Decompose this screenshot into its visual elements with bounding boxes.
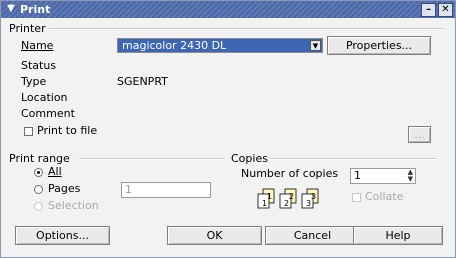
type-value: SGENPRT xyxy=(117,75,168,88)
window-menu-chevron-icon[interactable]: ▼ xyxy=(4,3,18,15)
svg-text:2: 2 xyxy=(289,192,294,201)
status-label: Status xyxy=(21,59,57,72)
location-label: Location xyxy=(21,91,68,104)
range-pages-label: Pages xyxy=(48,182,81,195)
collate-checkbox[interactable] xyxy=(352,193,361,202)
number-of-copies-label: Number of copies xyxy=(241,167,339,180)
spin-arrows-icon[interactable]: ▲ ▼ xyxy=(408,169,413,183)
printer-name-value: magicolor 2430 DL xyxy=(122,39,227,52)
range-all-label: All xyxy=(48,165,62,178)
copies-divider xyxy=(269,158,437,160)
range-selection-label: Selection xyxy=(48,199,99,212)
type-label: Type xyxy=(21,75,47,88)
svg-text:1: 1 xyxy=(267,192,272,201)
name-label-text: Name xyxy=(21,39,54,52)
close-button[interactable]: ✕ xyxy=(438,3,453,17)
window-title: Print xyxy=(20,3,51,16)
range-all-radio[interactable] xyxy=(34,168,43,177)
range-pages-radio[interactable] xyxy=(34,185,43,194)
title-bar: ▼ Print – ✕ xyxy=(1,1,455,18)
print-range-divider xyxy=(79,158,224,160)
browse-file-button[interactable]: ... xyxy=(408,126,431,143)
cancel-button[interactable]: Cancel xyxy=(265,226,360,245)
range-selection-radio[interactable] xyxy=(34,202,43,211)
dropdown-arrow-icon[interactable]: ▼ xyxy=(310,40,321,51)
ok-button[interactable]: OK xyxy=(167,226,262,245)
svg-text:3: 3 xyxy=(311,192,316,201)
copies-value: 1 xyxy=(354,169,361,182)
pages-input[interactable]: 1 xyxy=(121,182,211,198)
copies-spinner[interactable]: 1 ▲ ▼ xyxy=(350,168,416,184)
minimize-button[interactable]: – xyxy=(421,3,436,17)
copies-group-label: Copies xyxy=(231,152,268,165)
printer-name-select[interactable]: magicolor 2430 DL ▼ xyxy=(117,38,323,53)
print-to-file-label: Print to file xyxy=(37,124,98,137)
collate-label: Collate xyxy=(365,190,404,203)
help-button[interactable]: Help xyxy=(353,226,443,245)
comment-label: Comment xyxy=(21,107,75,120)
name-label: Name xyxy=(21,39,53,52)
print-range-group-label: Print range xyxy=(9,152,70,165)
printer-group-divider xyxy=(49,28,444,30)
properties-button[interactable]: Properties... xyxy=(327,36,431,55)
collate-pages-illustration-icon: 1 1 2 2 3 3 xyxy=(257,188,319,209)
print-to-file-checkbox[interactable] xyxy=(24,127,33,136)
print-dialog: ▼ Print – ✕ Printer Name magicolor 2430 … xyxy=(0,0,456,258)
options-button[interactable]: Options... xyxy=(15,226,110,245)
printer-group-label: Printer xyxy=(9,22,46,35)
